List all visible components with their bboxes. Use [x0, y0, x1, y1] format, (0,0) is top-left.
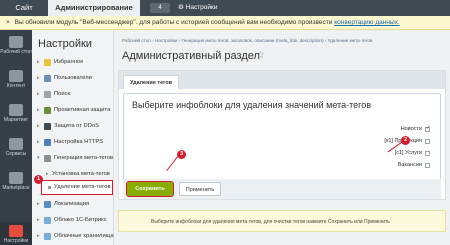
- tab-delete-tags[interactable]: Удаление тегов: [123, 75, 180, 89]
- tab-administration[interactable]: Администрирование: [48, 0, 140, 16]
- settings-link[interactable]: ⚙ Настройки: [178, 0, 218, 16]
- marketing-icon: [9, 104, 23, 116]
- button-bar: Сохранить Применить: [123, 179, 441, 199]
- sidebar-item-search[interactable]: ▸ Поиск: [32, 88, 114, 101]
- bullet-icon: [48, 186, 51, 189]
- desktop-icon: [9, 36, 23, 48]
- marketing-label: Маркетинг: [3, 117, 29, 123]
- desktop-label: Рабочий стол: [0, 49, 32, 55]
- sidebar-item-cloud[interactable]: ▸ Облако 1С-Битрикс: [32, 214, 114, 227]
- sidebar-item-label: Облачные хранилища: [54, 233, 114, 239]
- sidebar-item-localization[interactable]: ▸ Локализация: [32, 198, 114, 211]
- settings-nav[interactable]: Настройки: [0, 222, 32, 245]
- sidebar-item-label: Поиск: [54, 91, 71, 97]
- marketplace-nav[interactable]: Marketplace: [0, 172, 32, 191]
- hint-box: Выберите инфоблоки для удаления мета-тег…: [118, 210, 446, 232]
- globe-icon: [44, 201, 51, 208]
- services-nav[interactable]: Сервисы: [0, 138, 32, 157]
- services-label: Сервисы: [5, 151, 27, 157]
- iblock-form: Выберите инфоблоки для удаления значений…: [123, 93, 441, 193]
- save-button[interactable]: Сохранить: [126, 181, 174, 197]
- sidebar-item-meta-generation[interactable]: ▾ Генерация мета-тегов: [32, 152, 114, 165]
- sidebar-item-label: Защита от DDoS: [54, 123, 99, 129]
- cloud-icon: [44, 217, 51, 224]
- content-label: Контент: [6, 83, 26, 89]
- settings-card: Удаление тегов Выберите инфоблоки для уд…: [118, 70, 446, 200]
- sidebar-item-label: Облако 1С-Битрикс: [54, 217, 107, 223]
- ddos-icon: [44, 123, 51, 130]
- sidebar-item-label: Проактивная защита: [54, 107, 111, 113]
- users-icon: [44, 75, 51, 82]
- sidebar-item-favorites[interactable]: ▸ Избранное: [32, 56, 114, 69]
- close-icon[interactable]: ×: [6, 19, 10, 26]
- marketplace-label: Marketplace: [2, 185, 30, 191]
- page-title: Административный раздел: [122, 50, 260, 62]
- sidebar-item-label: Генерация мета-тегов: [54, 155, 114, 161]
- breadcrumb[interactable]: Рабочий стол › Настройки › Генерация мет…: [122, 38, 372, 43]
- shield-icon: [44, 107, 51, 114]
- sidebar-item-label: Локализация: [54, 201, 90, 207]
- sidebar-item-meta-delete[interactable]: Удаление мета-тегов: [41, 180, 113, 195]
- desktop-nav[interactable]: Рабочий стол: [0, 36, 32, 55]
- services-icon: [9, 138, 23, 150]
- form-heading: Выберите инфоблоки для удаления значений…: [132, 100, 371, 110]
- sidebar-item-label: Пользователи: [54, 75, 92, 81]
- checkbox-products[interactable]: [425, 139, 430, 144]
- main-content: Рабочий стол › Настройки › Генерация мет…: [114, 30, 450, 245]
- sidebar-item-label: Установка мета-тегов: [52, 171, 110, 177]
- notice-text: Вы обновили модуль "Веб-мессенджер". для…: [14, 19, 333, 26]
- step-marker-3: 3: [177, 150, 186, 159]
- checkbox-vacancies[interactable]: [425, 163, 430, 168]
- sidebar-title: Настройки: [38, 38, 92, 50]
- row-label-vacancies: Вакансии: [397, 162, 422, 168]
- sidebar-item-cloud-storage[interactable]: ▸ Облачные хранилища: [32, 230, 114, 243]
- notice-link[interactable]: конвертацию данных.: [334, 19, 399, 26]
- notifications-badge[interactable]: 4: [150, 3, 170, 13]
- sidebar-item-meta-install[interactable]: ▸ Установка мета-тегов: [32, 168, 114, 181]
- sidebar-item-label: Избранное: [54, 59, 84, 65]
- apply-button[interactable]: Применить: [179, 182, 221, 196]
- settings-sidebar: Настройки ▸ Избранное ▸ Пользователи ▸ Поис…: [32, 30, 114, 245]
- sidebar-item-https[interactable]: ▸ Настройка HTTPS: [32, 136, 114, 149]
- content-icon: [9, 70, 23, 82]
- row-label-services: [c1] Услуги: [394, 150, 422, 156]
- sidebar-item-users[interactable]: ▸ Пользователи: [32, 72, 114, 85]
- step-marker-1: 1: [34, 175, 43, 184]
- tab-site[interactable]: Сайт: [0, 0, 48, 16]
- sidebar-item-label: Настройка HTTPS: [54, 139, 104, 145]
- row-label-news: Новости: [400, 126, 422, 132]
- content-nav[interactable]: Контент: [0, 70, 32, 89]
- settings-label: Настройки: [3, 238, 29, 244]
- meta-icon: [44, 155, 51, 162]
- search-icon: [44, 91, 51, 98]
- cloud-storage-icon: [44, 233, 51, 240]
- checkbox-news[interactable]: [425, 125, 431, 132]
- https-icon: [44, 139, 51, 146]
- gear-icon: ⚙: [178, 4, 186, 11]
- main-icon-bar: Рабочий стол Контент Маркетинг Сервисы M…: [0, 30, 32, 245]
- star-icon: [44, 59, 51, 66]
- marketing-nav[interactable]: Маркетинг: [0, 104, 32, 123]
- marketplace-icon: [9, 172, 23, 184]
- favorite-star-icon[interactable]: ☆: [256, 50, 265, 61]
- checkbox-services[interactable]: [425, 151, 430, 156]
- settings-icon: [9, 225, 23, 237]
- settings-link-label: Настройки: [185, 4, 218, 11]
- tab-strip: Удаление тегов: [119, 71, 445, 89]
- update-notice: × Вы обновили модуль "Веб-мессенджер". д…: [0, 16, 450, 30]
- top-bar: Сайт Администрирование 4 ⚙ Настройки: [0, 0, 450, 16]
- sidebar-item-ddos[interactable]: ▸ Защита от DDoS: [32, 120, 114, 133]
- sidebar-item-label: Удаление мета-тегов: [54, 184, 111, 190]
- sidebar-item-proactive[interactable]: ▸ Проактивная защита: [32, 104, 114, 117]
